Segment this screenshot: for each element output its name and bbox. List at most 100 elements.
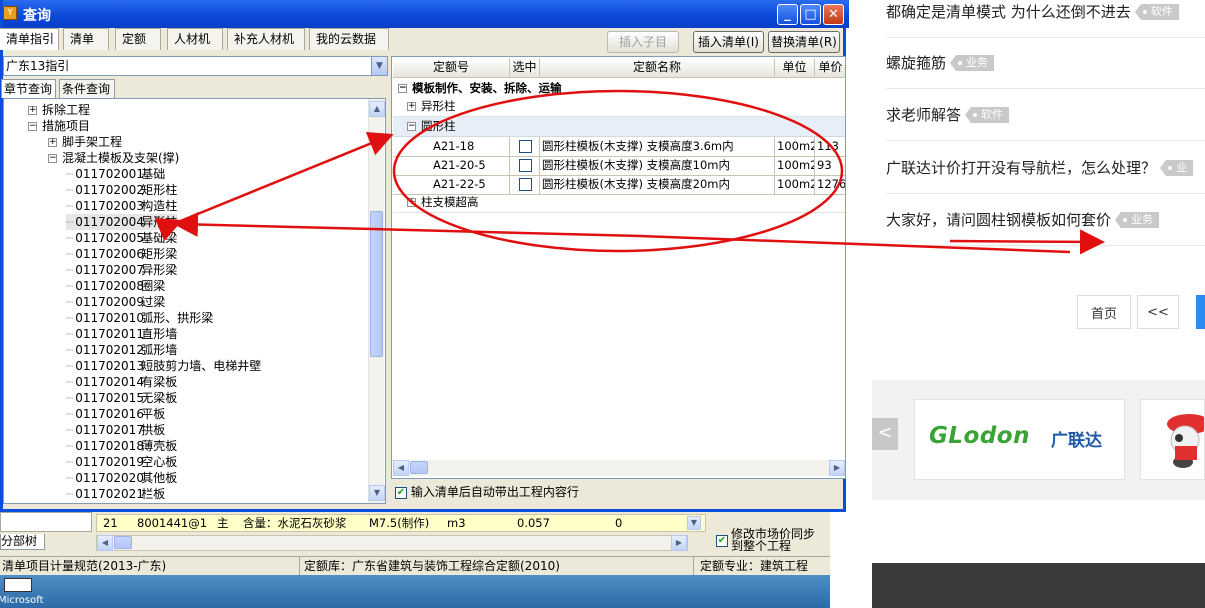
scroll-thumb[interactable] (410, 461, 428, 474)
tab-part-tree[interactable]: 分部树 (0, 534, 45, 550)
insert-list-button[interactable]: 插入清单(I) (693, 31, 764, 53)
tab-quota[interactable]: 定额 (115, 28, 161, 50)
minimize-icon[interactable]: _ (777, 4, 798, 25)
tree-leaf-item[interactable]: ┈ 011702002矩形柱 (66, 182, 177, 198)
tab-cloud-data[interactable]: 我的云数据 (309, 28, 389, 50)
scroll-right-icon[interactable]: ▶ (671, 535, 687, 551)
auto-content-option[interactable]: ✔ 输入清单后自动带出工程内容行 (395, 484, 579, 500)
tree-node[interactable]: − 混凝土模板及支架(撑) (48, 150, 179, 166)
scroll-thumb[interactable] (370, 211, 383, 357)
tree-leaf-item[interactable]: ┈ 011702005基础梁 (66, 230, 177, 246)
col-header-name[interactable]: 定额名称 (540, 58, 775, 78)
tree-leaf-item[interactable]: ┈ 011702013短肢剪力墙、电梯井壁 (66, 358, 261, 374)
tree-item-code: 011702001 (75, 167, 144, 181)
pager-prev-button[interactable]: << (1137, 295, 1179, 329)
guide-select[interactable]: 广东13指引 ▼ (3, 56, 388, 76)
maximize-icon[interactable]: □ (800, 4, 821, 25)
scroll-right-icon[interactable]: ▶ (829, 460, 845, 476)
expand-icon[interactable]: + (48, 138, 57, 147)
expand-icon[interactable]: + (407, 102, 416, 111)
question-link[interactable]: 求老师解答 软件 (886, 89, 1205, 141)
col-header-select[interactable]: 选中 (510, 58, 540, 78)
taskbar-app-icon[interactable] (4, 578, 32, 592)
chevron-down-icon[interactable]: ▼ (687, 516, 701, 530)
select-checkbox[interactable] (519, 159, 532, 172)
grid-group-row[interactable]: + 异形柱 (393, 97, 845, 117)
col-header-unit[interactable]: 单位 (775, 58, 815, 78)
tab-list[interactable]: 清单 (63, 28, 109, 50)
col-header-price[interactable]: 单价 (815, 58, 845, 78)
bottom-hscrollbar[interactable]: ◀ ▶ (96, 535, 688, 551)
tree-scrollbar[interactable]: ▲ ▼ (368, 99, 385, 503)
question-link[interactable]: 螺旋箍筋 业务 (886, 37, 1205, 89)
tree-leaf-item[interactable]: ┈ 011702007异形梁 (66, 262, 177, 278)
tree-leaf-item[interactable]: ┈ 011702011直形墙 (66, 326, 177, 342)
collapse-icon[interactable]: − (28, 122, 37, 131)
select-checkbox[interactable] (519, 178, 532, 191)
pager-first-button[interactable]: 首页 (1077, 295, 1131, 329)
select-checkbox[interactable] (519, 140, 532, 153)
tree-leaf-item[interactable]: ┈ 011702016平板 (66, 406, 165, 422)
tree-leaf-item[interactable]: ┈ 011702017拱板 (66, 422, 165, 438)
glodon-ad-card[interactable]: GLodon 广联达 (914, 399, 1125, 480)
scroll-down-icon[interactable]: ▼ (369, 485, 385, 501)
tab-extra-resources[interactable]: 补充人材机 (227, 28, 305, 50)
collapse-icon[interactable]: − (407, 122, 416, 131)
tree-leaf-item[interactable]: ┈ 011702015无梁板 (66, 390, 177, 406)
tree-node[interactable]: + 拆除工程 (28, 102, 90, 118)
pager-current-button[interactable] (1196, 295, 1205, 329)
table-row[interactable]: A21-22-5 圆形柱模板(木支撑) 支模高度20m内 100m2 1276 (393, 175, 845, 195)
carousel-prev-button[interactable]: < (872, 418, 898, 450)
tree-leaf-item[interactable]: ┈ 011702010弧形、拱形梁 (66, 310, 213, 326)
expand-icon[interactable]: + (407, 198, 416, 207)
tab-list-guide[interactable]: 清单指引 (0, 28, 59, 50)
table-row[interactable]: A21-20-5 圆形柱模板(木支撑) 支模高度10m内 100m2 93 (393, 156, 845, 176)
tree-leaf-item[interactable]: ┈ 011702018薄壳板 (66, 438, 177, 454)
insert-child-button[interactable]: 插入子目 (607, 31, 679, 53)
collapse-icon[interactable]: − (48, 154, 57, 163)
grid-group-row[interactable]: − 圆形柱 (393, 117, 845, 137)
tree-item-code: 011702013 (75, 359, 144, 373)
tree-leaf-item[interactable]: ┈ 011702012弧形墙 (66, 342, 177, 358)
expand-icon[interactable]: + (28, 106, 37, 115)
dialog-titlebar[interactable]: Y 查询 _ □ ✕ (3, 0, 849, 28)
sync-price-checkbox[interactable]: ✔ (716, 535, 728, 547)
chevron-down-icon[interactable]: ▼ (371, 57, 387, 75)
auto-content-checkbox[interactable]: ✔ (395, 486, 407, 499)
group-header-row[interactable]: − 模板制作、安装、拆除、运输 (393, 79, 845, 99)
cell-select[interactable] (510, 137, 540, 157)
tab-chapter-search[interactable]: 章节查询 (1, 79, 56, 98)
tab-condition-search[interactable]: 条件查询 (59, 79, 115, 98)
scroll-up-icon[interactable]: ▲ (369, 101, 385, 117)
tree-leaf-item[interactable]: ┈ 011702008圈梁 (66, 278, 165, 294)
close-icon[interactable]: ✕ (823, 4, 844, 25)
tree-leaf-item[interactable]: ┈ 011702009过梁 (66, 294, 165, 310)
tree-leaf-item[interactable]: ┈ 011702014有梁板 (66, 374, 177, 390)
tree-leaf-item[interactable]: ┈ 011702020其他板 (66, 470, 177, 486)
question-link[interactable]: 都确定是清单模式 为什么还倒不进去 软件 (886, 0, 1205, 38)
tree-node[interactable]: + 脚手架工程 (48, 134, 122, 150)
table-row[interactable]: 21 8001441@1 主 含量：水泥石灰砂浆 M7.5(制作) m3 0.0… (96, 514, 706, 532)
question-link[interactable]: 大家好，请问圆柱钢模板如何套价 业务 (886, 194, 1205, 246)
question-link[interactable]: 广联达计价打开没有导航栏，怎么处理？业 (886, 142, 1205, 194)
cell-select[interactable] (510, 175, 540, 195)
tree-leaf-item[interactable]: ┈ 011702019空心板 (66, 454, 177, 470)
collapse-icon[interactable]: − (398, 84, 407, 93)
tree-leaf-item[interactable]: ┈ 011702004异形柱 (66, 214, 178, 230)
scroll-left-icon[interactable]: ◀ (393, 460, 409, 476)
grid-hscrollbar[interactable]: ◀ ▶ (393, 460, 845, 476)
tree-leaf-item[interactable]: ┈ 011702006矩形梁 (66, 246, 177, 262)
scroll-left-icon[interactable]: ◀ (97, 535, 113, 551)
replace-list-button[interactable]: 替换清单(R) (768, 31, 840, 53)
table-row[interactable]: A21-18 圆形柱模板(木支撑) 支模高度3.6m内 100m2 113 (393, 137, 845, 157)
mascot-ad-card[interactable] (1140, 399, 1205, 480)
scroll-thumb[interactable] (114, 536, 132, 549)
col-header-code[interactable]: 定额号 (393, 58, 510, 78)
tree-leaf-item[interactable]: ┈ 011702001基础 (66, 166, 165, 182)
tab-resources[interactable]: 人材机 (167, 28, 223, 50)
tree-leaf-item[interactable]: ┈ 011702003构造柱 (66, 198, 177, 214)
tree-leaf-item[interactable]: ┈ 011702021栏板 (66, 486, 165, 502)
grid-group-row[interactable]: + 柱支模超高 (393, 193, 845, 213)
cell-select[interactable] (510, 156, 540, 176)
tree-node[interactable]: − 措施项目 (28, 118, 90, 134)
